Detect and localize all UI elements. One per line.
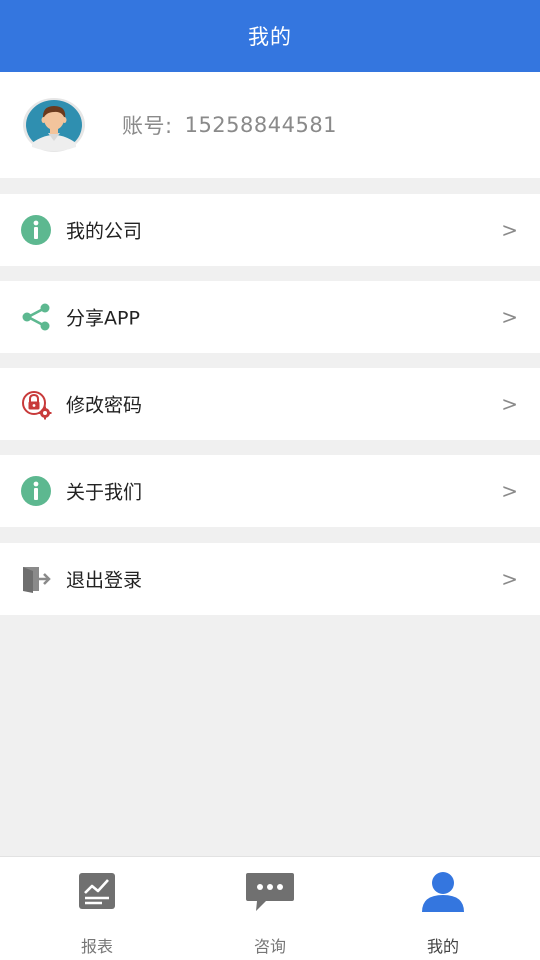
chat-bubble-icon — [244, 871, 296, 917]
profile-card[interactable]: 账号: 15258844581 — [0, 72, 540, 178]
bottom-tab-bar: 报表 咨询 我的 — [0, 856, 540, 960]
tab-label: 报表 — [80, 937, 113, 956]
account-number: 15258844581 — [184, 113, 338, 137]
menu-item-about-us[interactable]: 关于我们 > — [0, 455, 540, 527]
menu-item-label: 关于我们 — [66, 481, 143, 504]
chevron-right-icon: > — [501, 567, 518, 591]
menu-item-label: 分享APP — [66, 307, 140, 330]
tab-report[interactable]: 报表 — [37, 857, 157, 960]
logout-icon — [20, 563, 52, 595]
menu-item-change-password[interactable]: 修改密码 > — [0, 368, 540, 440]
top-bar: 我的 — [0, 0, 540, 72]
tab-label: 我的 — [426, 937, 459, 956]
info-icon — [20, 475, 52, 507]
account-label: 账号: — [122, 114, 173, 138]
chevron-right-icon: > — [501, 479, 518, 503]
page-title: 我的 — [248, 25, 292, 49]
user-avatar-icon[interactable] — [22, 97, 86, 153]
share-icon — [20, 301, 52, 333]
tab-consult[interactable]: 咨询 — [210, 857, 330, 960]
account-info: 账号: 15258844581 — [122, 110, 337, 140]
info-icon — [20, 214, 52, 246]
menu-item-label: 我的公司 — [66, 220, 143, 243]
menu-item-label: 修改密码 — [66, 394, 143, 417]
report-chart-icon — [77, 871, 117, 915]
chevron-right-icon: > — [501, 305, 518, 329]
menu-item-my-company[interactable]: 我的公司 > — [0, 194, 540, 266]
menu-item-share-app[interactable]: 分享APP > — [0, 281, 540, 353]
chevron-right-icon: > — [501, 392, 518, 416]
tab-mine[interactable]: 我的 — [383, 857, 503, 960]
chevron-right-icon: > — [501, 218, 518, 242]
menu-item-logout[interactable]: 退出登录 > — [0, 543, 540, 615]
menu-item-label: 退出登录 — [66, 569, 143, 592]
tab-label: 咨询 — [253, 937, 286, 956]
person-icon — [420, 871, 466, 917]
lock-settings-icon — [20, 388, 52, 420]
